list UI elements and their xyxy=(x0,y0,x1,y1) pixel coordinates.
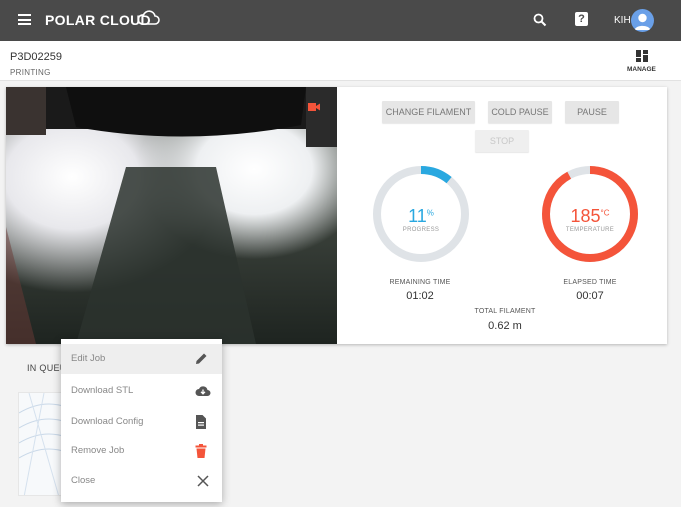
progress-readout: 11% PROGRESS xyxy=(371,206,471,233)
pencil-icon xyxy=(196,353,207,364)
top-app-bar: POLAR CLOUD ? KIH xyxy=(0,0,681,41)
progress-value: 11 xyxy=(408,206,427,226)
menu-item-label: Download STL xyxy=(71,385,134,396)
cold-pause-button[interactable]: COLD PAUSE xyxy=(488,101,552,123)
menu-item-remove-job[interactable]: Remove Job xyxy=(61,436,222,466)
trash-icon xyxy=(195,444,207,458)
temperature-readout: 185°C TEMPERATURE xyxy=(540,206,640,233)
progress-label: PROGRESS xyxy=(402,227,440,233)
menu-item-label: Remove Job xyxy=(71,445,125,456)
temperature-unit: °C xyxy=(600,208,610,218)
menu-item-label: Edit Job xyxy=(71,353,106,364)
remaining-time-value: 01:02 xyxy=(406,290,434,302)
elapsed-time-label: ELAPSED TIME xyxy=(563,279,617,286)
menu-item-edit-job[interactable]: Edit Job xyxy=(61,344,222,374)
camera-feed[interactable] xyxy=(6,87,337,344)
user-initials[interactable]: KIH xyxy=(614,15,631,26)
total-filament-value: 0.62 m xyxy=(488,320,522,332)
elapsed-time-value: 00:07 xyxy=(576,290,604,302)
cloud-download-icon xyxy=(195,386,211,396)
menu-item-close[interactable]: Close xyxy=(61,466,222,496)
avatar[interactable] xyxy=(631,9,654,32)
temperature-label: TEMPERATURE xyxy=(565,227,615,233)
document-icon xyxy=(196,415,206,429)
stop-button[interactable]: STOP xyxy=(475,130,529,152)
manage-button[interactable]: MANAGE xyxy=(627,66,656,73)
close-icon xyxy=(197,475,209,487)
hamburger-menu-icon[interactable] xyxy=(18,14,31,25)
printer-name: P3D02259 xyxy=(10,51,62,63)
total-filament-label: TOTAL FILAMENT xyxy=(474,308,536,315)
change-filament-button[interactable]: CHANGE FILAMENT xyxy=(382,101,475,123)
menu-item-download-config[interactable]: Download Config xyxy=(61,407,222,437)
dashboard-icon[interactable] xyxy=(636,50,648,62)
pause-button[interactable]: PAUSE xyxy=(565,101,619,123)
remaining-time-label: REMAINING TIME xyxy=(389,279,451,286)
help-icon[interactable]: ? xyxy=(575,12,588,26)
menu-item-label: Download Config xyxy=(71,416,144,427)
printer-header: P3D02259 PRINTING MANAGE xyxy=(0,41,681,81)
printer-status-card: CHANGE FILAMENT COLD PAUSE PAUSE STOP 11… xyxy=(6,87,667,344)
progress-unit: % xyxy=(426,208,434,218)
printer-status: PRINTING xyxy=(10,68,51,77)
menu-item-label: Close xyxy=(71,475,96,486)
temperature-value: 185 xyxy=(570,206,601,226)
job-context-menu: Edit Job Download STL Download Config Re… xyxy=(61,339,222,502)
recording-camera-icon[interactable] xyxy=(308,102,320,112)
cloud-logo-icon xyxy=(137,10,160,25)
search-icon[interactable] xyxy=(533,13,547,27)
camera-image xyxy=(6,87,337,344)
menu-item-download-stl[interactable]: Download STL xyxy=(61,376,222,406)
